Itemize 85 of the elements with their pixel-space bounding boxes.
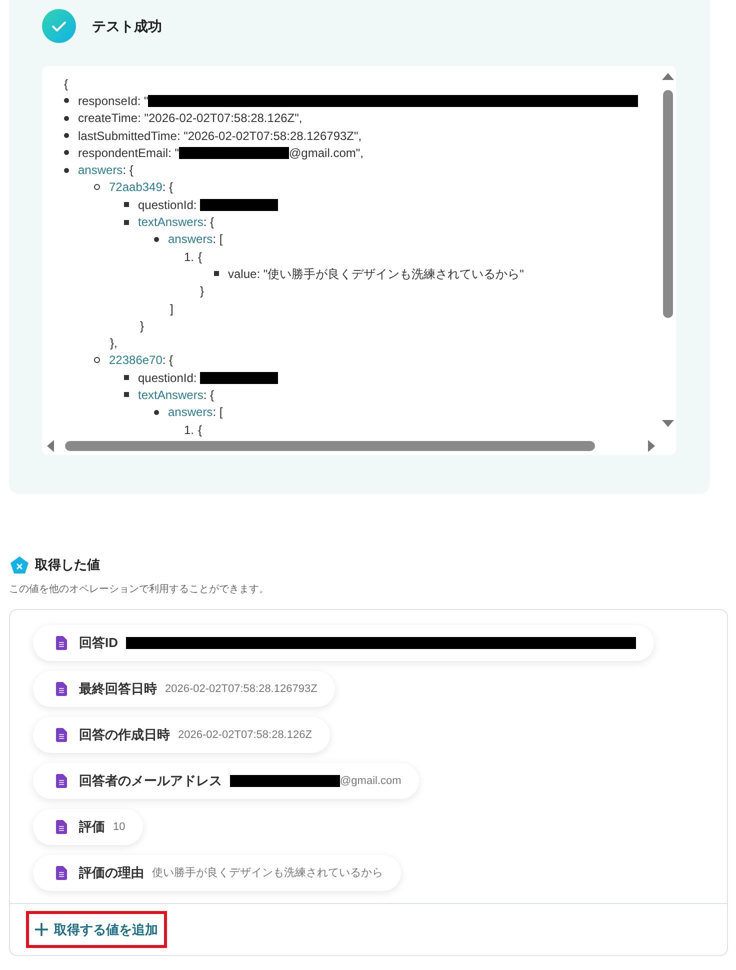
json-bracket: } [200,283,204,300]
document-icon [56,866,67,880]
document-icon [56,728,67,742]
json-value: : " [168,144,179,162]
document-icon [56,820,67,834]
value-chip[interactable]: 評価 10 [33,809,144,845]
json-value: : [193,196,198,214]
add-value-button[interactable]: 取得する値を追加 [26,911,167,948]
scroll-right-icon [648,440,656,452]
bullet-icon [64,98,69,104]
json-key: value [228,264,257,283]
json-bracket: }, [110,335,118,352]
json-value: : { [122,162,134,180]
json-key: 72aab349 [109,178,162,196]
json-value: : " [137,92,148,110]
value-text: 2026-02-02T07:58:28.126793Z [165,682,318,697]
document-icon [56,636,67,650]
document-icon [56,682,67,696]
bullet-icon [64,168,69,173]
json-value: { [198,248,202,266]
result-title: テスト成功 [92,16,162,36]
list-number: 1. [184,422,194,439]
json-bracket: ] [170,300,174,318]
value-text: 2026-02-02T07:58:28.126Z [178,728,312,743]
json-value: : [193,370,198,387]
json-key: responseId [78,92,138,110]
json-key: textAnswers [138,386,204,404]
value-label: 最終回答日時 [79,680,157,698]
scroll-left-icon [46,440,54,452]
json-key: questionId [138,368,194,387]
value-label: 評価 [79,818,105,836]
value-chip[interactable]: 回答の作成日時 2026-02-02T07:58:28.126Z [33,717,330,753]
value-text: 10 [113,820,126,835]
bullet-icon [124,202,129,208]
json-value: @gmail.com", [289,144,364,162]
bullet-icon [94,184,100,190]
value-chip[interactable]: 最終回答日時 2026-02-02T07:58:28.126793Z [33,671,336,707]
document-icon [56,774,67,788]
bullet-icon [64,150,69,156]
value-label: 回答ID [79,634,118,652]
json-value: : [ [212,404,223,422]
json-key: questionId [138,196,194,214]
scroll-down-icon [662,420,674,428]
value-label: 回答者のメールアドレス [79,772,222,790]
value-label: 評価の理由 [79,864,144,882]
json-value: : { [162,352,174,370]
json-key: createTime [78,109,138,128]
value-chip[interactable]: 回答ID [33,625,654,661]
value-label: 回答の作成日時 [79,726,170,744]
json-value: : "2026-02-02T07:58:28.126Z", [138,110,302,128]
bullet-icon [64,116,69,121]
json-value: : "使い勝手が良くデザインも洗練されているから" [256,266,524,283]
json-value: { [198,422,202,439]
json-value: : { [203,214,214,232]
json-key: respondentEmail [78,144,168,162]
value-chip[interactable]: 評価の理由 使い勝手が良くデザインも洗練されているから [33,855,401,891]
json-value: : "2026-02-02T07:58:28.126793Z", [176,128,362,145]
bullet-icon [64,133,69,138]
json-bracket: } [140,318,144,335]
plus-icon [35,923,48,936]
value-text: 使い勝手が良くデザインも洗練されているから [152,866,383,881]
json-key: answers [168,403,213,422]
json-value: : [ [212,231,223,248]
bullet-icon [124,392,129,398]
bullet-icon [214,271,219,276]
bullet-icon [124,220,129,225]
section-description: この値を他のオペレーションで利用することができます。 [8,582,270,597]
json-key: textAnswers [138,213,204,232]
value-chip[interactable]: 回答者のメールアドレス @gmail.com [33,763,420,799]
json-key: answers [78,161,123,180]
json-value: : { [203,387,214,404]
json-key: answers [168,230,213,248]
bullet-icon [94,357,100,364]
bullet-icon [124,375,129,380]
json-bracket: { [64,76,68,93]
bullet-icon [154,410,159,415]
value-text: @gmail.com [340,774,402,789]
json-key: lastSubmittedTime [78,126,177,145]
list-number: 1. [184,248,194,266]
json-key: 22386e70 [109,351,162,370]
bullet-icon [154,236,159,242]
json-value: : { [162,179,174,196]
section-title: 取得した値 [35,556,100,574]
pentagon-x-icon [10,556,29,574]
scroll-up-icon [662,72,674,80]
